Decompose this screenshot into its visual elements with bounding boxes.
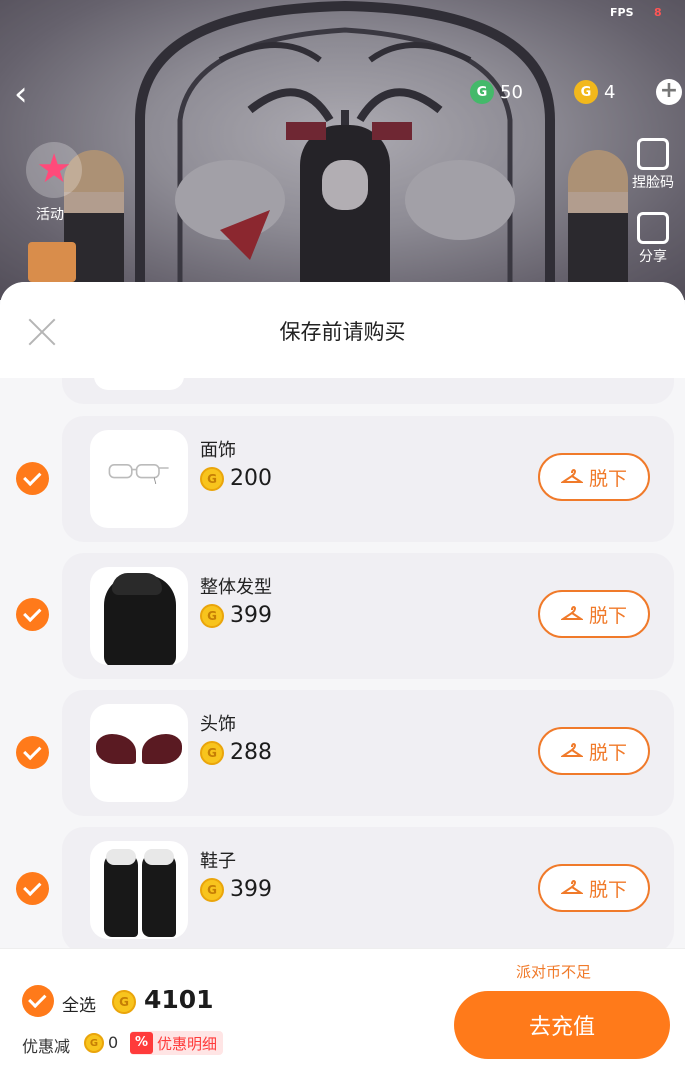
scene-dim-overlay <box>0 0 685 300</box>
item-thumbnail <box>94 378 184 390</box>
share-button[interactable]: 分享 <box>618 212 685 266</box>
select-all-label[interactable]: 全选 <box>62 991 96 1016</box>
item-price-value: 200 <box>230 466 272 491</box>
gift-icon[interactable] <box>28 242 76 282</box>
item-checkbox[interactable] <box>16 736 49 769</box>
item-checkbox[interactable] <box>16 872 49 905</box>
share-label: 分享 <box>639 249 667 265</box>
list-item[interactable]: 面饰 G 200 脱下 <box>62 416 674 542</box>
discount-label: 优惠减 <box>22 1037 71 1056</box>
party-coin-icon: G <box>200 603 224 628</box>
face-code-button[interactable]: 捏脸码 <box>618 138 685 192</box>
item-price: G 399 <box>200 603 272 628</box>
take-off-button[interactable]: 脱下 <box>538 864 650 912</box>
item-price: G 399 <box>200 877 272 902</box>
item-price: G 288 <box>200 740 272 765</box>
take-off-label: 脱下 <box>588 467 627 490</box>
discount-detail-label: 优惠明细 <box>157 1034 218 1053</box>
activity-label: 活动 <box>36 207 64 223</box>
party-coin-icon: G <box>84 1033 104 1053</box>
item-price-value: 288 <box>230 740 272 765</box>
add-currency-button[interactable]: + <box>656 79 682 105</box>
take-off-label: 脱下 <box>588 741 627 764</box>
green-currency: G 50 <box>470 78 523 106</box>
item-name: 整体发型 <box>200 577 272 598</box>
hanger-icon <box>560 880 583 896</box>
checkout-footer: 派对币不足 全选 G 4101 优惠减 G 0 % 优惠明细 去充值 <box>0 948 685 1080</box>
list-item[interactable]: 鞋子 G 399 脱下 <box>62 827 674 948</box>
item-name: 头饰 <box>200 714 236 735</box>
boots-icon <box>90 841 188 939</box>
item-name: 面饰 <box>200 440 236 461</box>
item-checkbox[interactable] <box>16 462 49 495</box>
insufficient-coins-notice: 派对币不足 <box>516 963 592 981</box>
discount-detail-link[interactable]: % 优惠明细 <box>130 1031 224 1055</box>
take-off-label: 脱下 <box>588 878 627 901</box>
hair-icon <box>90 567 188 665</box>
sheet-header: 保存前请购买 <box>0 282 685 378</box>
item-price-value: 399 <box>230 877 272 902</box>
total-price: 4101 <box>144 985 214 1014</box>
hanger-icon <box>560 469 583 485</box>
gold-currency-value: 4 <box>604 81 616 103</box>
share-icon <box>637 212 669 244</box>
item-checkbox[interactable] <box>16 598 49 631</box>
back-chevron-icon[interactable]: ‹ <box>14 74 46 114</box>
item-name: 鞋子 <box>200 851 236 872</box>
party-coin-icon: G <box>112 990 136 1014</box>
fps-value: 8 <box>654 6 662 19</box>
list-item-partial <box>62 378 674 404</box>
recharge-button[interactable]: 去充值 <box>454 991 670 1059</box>
green-currency-value: 50 <box>500 81 523 103</box>
edit-icon <box>637 138 669 170</box>
list-item[interactable]: 头饰 G 288 脱下 <box>62 690 674 816</box>
take-off-button[interactable]: 脱下 <box>538 727 650 775</box>
hanger-icon <box>560 743 583 759</box>
face-code-label: 捏脸码 <box>632 175 674 191</box>
discount-value: 0 <box>108 1033 119 1052</box>
list-item[interactable]: 整体发型 G 399 脱下 <box>62 553 674 679</box>
fps-label: FPS <box>610 6 634 19</box>
glasses-icon <box>90 430 188 528</box>
hanger-icon <box>560 606 583 622</box>
gold-coin-icon: G <box>574 80 598 104</box>
item-price: G 200 <box>200 466 272 491</box>
sheet-title: 保存前请购买 <box>279 320 406 344</box>
percent-tag-icon: % <box>130 1032 154 1054</box>
wings-icon <box>90 704 188 802</box>
party-coin-icon: G <box>200 466 224 491</box>
take-off-button[interactable]: 脱下 <box>538 453 650 501</box>
activity-star-icon[interactable]: ★ <box>26 142 82 198</box>
take-off-button[interactable]: 脱下 <box>538 590 650 638</box>
party-coin-icon: G <box>200 877 224 902</box>
party-coin-icon: G <box>200 740 224 765</box>
item-price-value: 399 <box>230 603 272 628</box>
green-coin-icon: G <box>470 80 494 104</box>
take-off-label: 脱下 <box>588 604 627 627</box>
select-all-checkbox[interactable] <box>22 985 54 1017</box>
item-list[interactable]: 面饰 G 200 脱下 整体发型 G 399 脱下 头饰 G 288 脱下 鞋子… <box>0 378 685 948</box>
game-scene: FPS 8 ‹ G 50 G 4 + ★ 活动 捏脸码 分享 <box>0 0 685 300</box>
gold-currency: G 4 <box>574 78 615 106</box>
